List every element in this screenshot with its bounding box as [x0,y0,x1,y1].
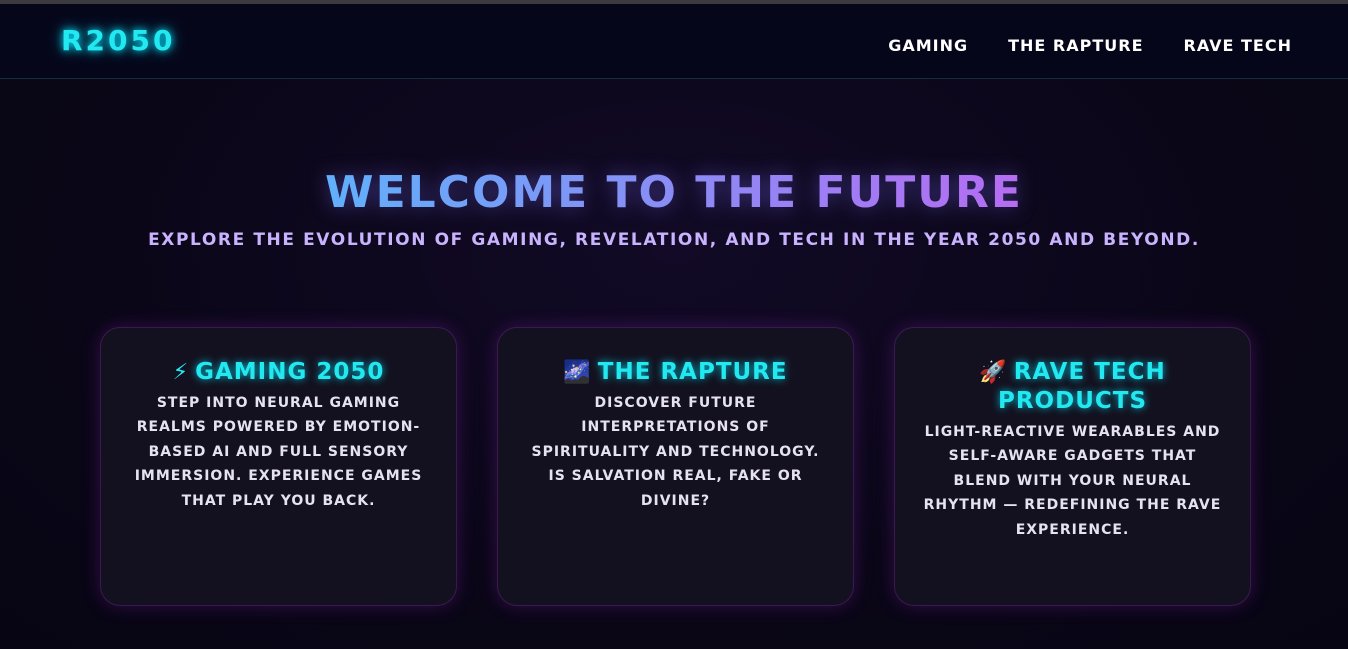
hero-section: WELCOME TO THE FUTURE EXPLORE THE EVOLUT… [0,79,1348,649]
card-rave-tech-products[interactable]: 🚀 RAVE TECH PRODUCTS LIGHT-REACTIVE WEARA… [894,327,1251,606]
site-logo[interactable]: R2050 [61,24,176,57]
card-description: STEP INTO NEURAL GAMING REALMS POWERED B… [134,395,423,509]
nav-link-the-rapture[interactable]: THE RAPTURE [1008,36,1143,55]
hero-title: WELCOME TO THE FUTURE [0,167,1348,218]
card-the-rapture[interactable]: 🌌 THE RAPTURE DISCOVER FUTURE INTERPRETAT… [497,327,854,606]
card-title-text: RAVE TECH PRODUCTS [997,359,1166,414]
nav-link-gaming[interactable]: GAMING [888,36,968,55]
main-nav: GAMING THE RAPTURE RAVE TECH [888,36,1292,55]
card-title: 🌌 THE RAPTURE [524,358,827,387]
site-header: R2050 GAMING THE RAPTURE RAVE TECH [0,4,1348,79]
hero-subtitle: EXPLORE THE EVOLUTION OF GAMING, REVELAT… [148,230,1200,250]
nav-link-rave-tech[interactable]: RAVE TECH [1184,36,1292,55]
card-title-text: GAMING 2050 [195,359,385,385]
card-description: LIGHT-REACTIVE WEARABLES AND SELF-AWARE … [923,424,1222,538]
rocket-icon: 🚀 [979,360,1008,385]
card-description: DISCOVER FUTURE INTERPRETATIONS OF SPIRI… [531,395,820,509]
lightning-icon: ⚡ [172,360,190,385]
card-title: ⚡ GAMING 2050 [127,358,430,387]
card-title: 🚀 RAVE TECH PRODUCTS [921,358,1224,416]
galaxy-icon: 🌌 [563,360,592,385]
card-title-text: THE RAPTURE [597,359,788,385]
card-gaming-2050[interactable]: ⚡ GAMING 2050 STEP INTO NEURAL GAMING REA… [100,327,457,606]
